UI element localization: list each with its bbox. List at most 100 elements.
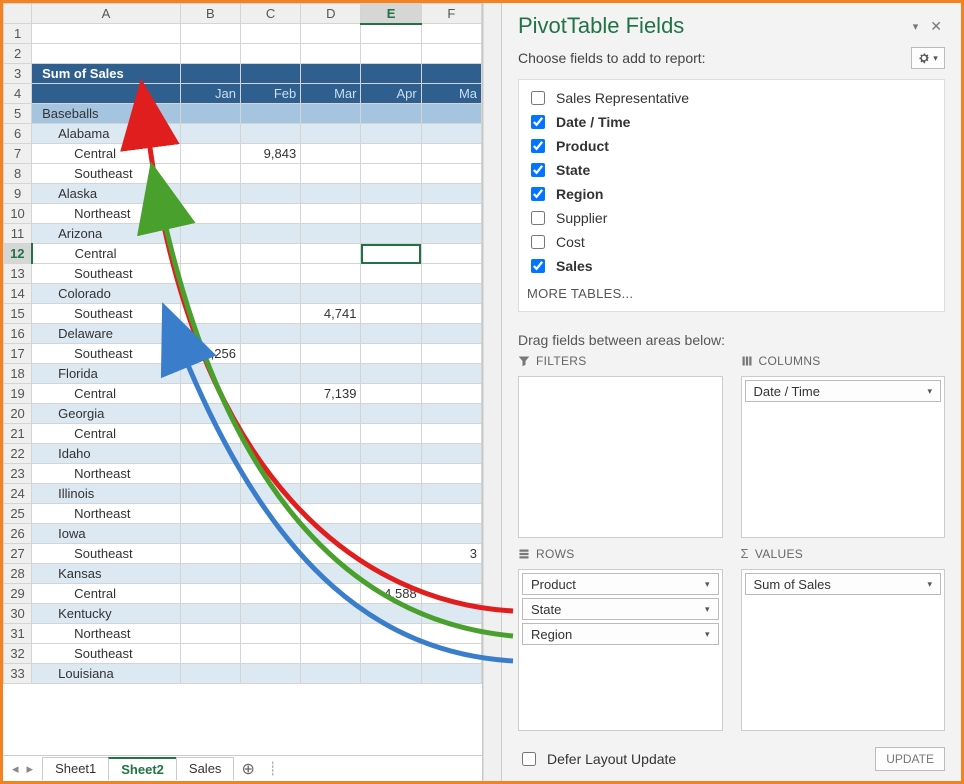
pivot-cell[interactable]: [240, 624, 300, 644]
pivot-cell[interactable]: [361, 464, 421, 484]
pivot-cell[interactable]: [301, 324, 361, 344]
pivot-cell[interactable]: [240, 304, 300, 324]
pivot-cell[interactable]: [301, 144, 361, 164]
field-chip[interactable]: State▾: [522, 598, 719, 620]
cell[interactable]: [421, 64, 481, 84]
pivot-cell[interactable]: [240, 164, 300, 184]
row-header[interactable]: 16: [4, 324, 32, 344]
pivot-cell[interactable]: [421, 184, 481, 204]
pivot-cell[interactable]: [421, 424, 481, 444]
pivot-cell[interactable]: [301, 424, 361, 444]
pivot-cell[interactable]: [421, 344, 481, 364]
tab-options-icon[interactable]: ┊: [263, 761, 283, 777]
field-checkbox[interactable]: [531, 91, 545, 105]
pivot-cell[interactable]: [180, 524, 240, 544]
pivot-cell[interactable]: [180, 184, 240, 204]
cell[interactable]: [180, 44, 240, 64]
pivot-cell[interactable]: [421, 504, 481, 524]
pivot-cell[interactable]: [240, 584, 300, 604]
pivot-cell[interactable]: [180, 244, 240, 264]
pivot-cell[interactable]: [240, 544, 300, 564]
pivot-col-label[interactable]: Feb: [240, 84, 300, 104]
chevron-down-icon[interactable]: ▾: [705, 579, 710, 590]
row-header[interactable]: 1: [4, 24, 32, 44]
pivot-row-label[interactable]: Arizona: [32, 224, 181, 244]
pivot-row-label[interactable]: Delaware: [32, 324, 181, 344]
pivot-cell[interactable]: [240, 464, 300, 484]
field-checkbox[interactable]: [531, 259, 545, 273]
cell[interactable]: [421, 24, 481, 44]
sheet-tab-sheet2[interactable]: Sheet2: [108, 757, 177, 780]
pivot-cell[interactable]: [421, 284, 481, 304]
pivot-cell[interactable]: [421, 644, 481, 664]
pivot-cell[interactable]: [180, 644, 240, 664]
pivot-cell[interactable]: [180, 324, 240, 344]
cell[interactable]: [361, 44, 421, 64]
pivot-cell[interactable]: [421, 164, 481, 184]
pivot-col-label[interactable]: Mar: [301, 84, 361, 104]
row-header[interactable]: 8: [4, 164, 32, 184]
pivot-row-label[interactable]: Florida: [32, 364, 181, 384]
row-header[interactable]: 5: [4, 104, 32, 124]
row-header[interactable]: 18: [4, 364, 32, 384]
pivot-cell[interactable]: [240, 444, 300, 464]
row-header[interactable]: 30: [4, 604, 32, 624]
cell[interactable]: [361, 64, 421, 84]
pivot-row-label[interactable]: Southeast: [32, 544, 181, 564]
add-sheet-button[interactable]: ⊕: [233, 756, 262, 782]
tab-nav-prev[interactable]: ▸: [24, 761, 37, 777]
field-checkbox[interactable]: [531, 139, 545, 153]
row-header[interactable]: 27: [4, 544, 32, 564]
field-chip[interactable]: Product▾: [522, 573, 719, 595]
pivot-cell[interactable]: [361, 184, 421, 204]
pivot-cell[interactable]: [421, 204, 481, 224]
field-checkbox[interactable]: [531, 115, 545, 129]
pivot-cell[interactable]: [361, 284, 421, 304]
col-header-D[interactable]: D: [301, 4, 361, 24]
row-header[interactable]: 4: [4, 84, 32, 104]
pivot-cell[interactable]: [361, 364, 421, 384]
cell[interactable]: [240, 44, 300, 64]
pivot-cell[interactable]: [240, 184, 300, 204]
pivot-row-label[interactable]: Alabama: [32, 124, 181, 144]
chevron-down-icon[interactable]: ▾: [705, 604, 710, 615]
pivot-cell[interactable]: [180, 264, 240, 284]
pivot-cell[interactable]: [421, 144, 481, 164]
pivot-cell[interactable]: [240, 124, 300, 144]
chevron-down-icon[interactable]: ▾: [705, 629, 710, 640]
row-header[interactable]: 23: [4, 464, 32, 484]
pivot-cell[interactable]: [361, 604, 421, 624]
pivot-cell[interactable]: [361, 444, 421, 464]
pivot-cell[interactable]: [421, 444, 481, 464]
row-header[interactable]: 32: [4, 644, 32, 664]
field-row[interactable]: Sales Representative: [527, 86, 936, 110]
field-row[interactable]: Supplier: [527, 206, 936, 230]
col-header-E[interactable]: E: [361, 4, 421, 24]
pivot-cell[interactable]: [301, 164, 361, 184]
pivot-cell[interactable]: [301, 604, 361, 624]
field-checkbox[interactable]: [531, 211, 545, 225]
pivot-row-label[interactable]: Northeast: [32, 464, 181, 484]
pivot-table[interactable]: ABCDEF 123Sum of Sales4JanFebMarAprMa5Ba…: [3, 3, 482, 684]
pivot-row-label[interactable]: Kentucky: [32, 604, 181, 624]
field-checkbox[interactable]: [531, 235, 545, 249]
pivot-cell[interactable]: [301, 344, 361, 364]
pivot-cell[interactable]: [240, 524, 300, 544]
pivot-cell[interactable]: [361, 544, 421, 564]
pivot-cell[interactable]: [301, 364, 361, 384]
row-header[interactable]: 31: [4, 624, 32, 644]
row-header[interactable]: 14: [4, 284, 32, 304]
pivot-cell[interactable]: [180, 404, 240, 424]
pivot-cell[interactable]: [180, 364, 240, 384]
pivot-col-label[interactable]: Apr: [361, 84, 421, 104]
pivot-cell[interactable]: [180, 104, 240, 124]
row-header[interactable]: 15: [4, 304, 32, 324]
row-header[interactable]: 3: [4, 64, 32, 84]
pivot-cell[interactable]: [180, 504, 240, 524]
pivot-row-label[interactable]: Baseballs: [32, 104, 181, 124]
col-header-A[interactable]: A: [32, 4, 181, 24]
pivot-cell[interactable]: [361, 524, 421, 544]
pivot-cell[interactable]: [240, 504, 300, 524]
columns-drop-area[interactable]: Date / Time▾: [741, 376, 946, 538]
cell[interactable]: [301, 64, 361, 84]
